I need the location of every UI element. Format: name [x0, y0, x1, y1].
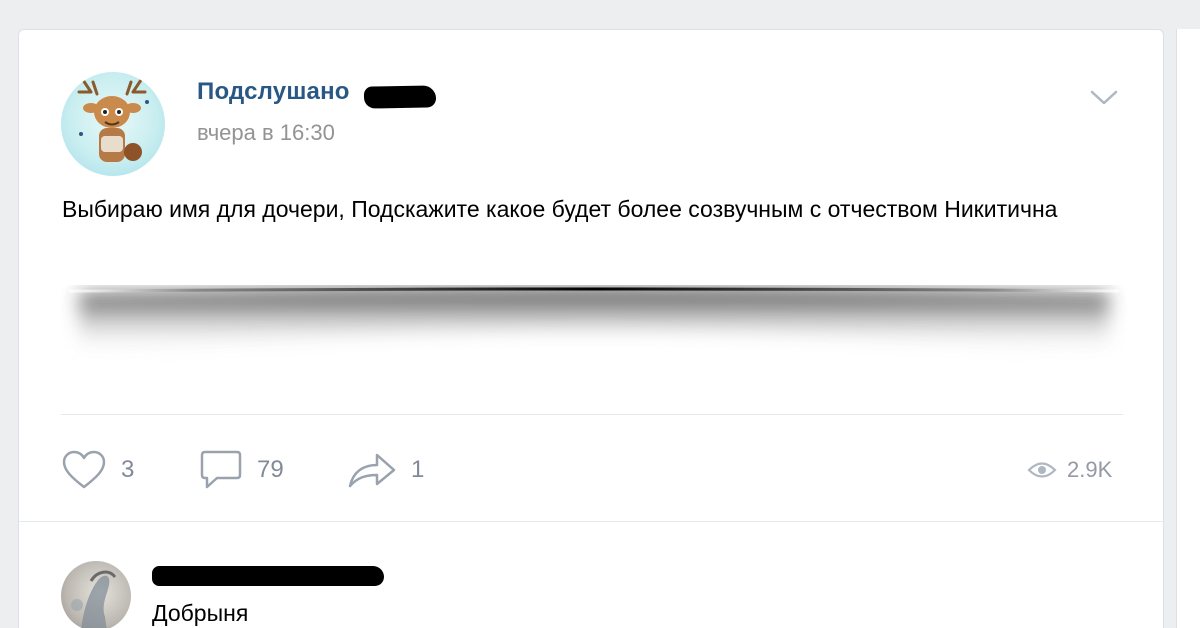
like-button[interactable]: 3	[61, 450, 134, 490]
post-card: Подслушано вчера в 16:30 Выбираю имя для…	[18, 29, 1165, 628]
redaction-mark	[152, 566, 384, 586]
views-count: 2.9K	[1067, 457, 1113, 482]
page: Подслушано вчера в 16:30 Выбираю имя для…	[0, 0, 1200, 628]
comment-button[interactable]: 79	[199, 450, 284, 490]
post-timestamp[interactable]: вчера в 16:30	[197, 120, 335, 146]
right-column-edge	[1176, 29, 1200, 628]
comments-divider	[19, 521, 1165, 522]
comment-bubble-icon	[200, 450, 242, 489]
comment-text: Добрыня	[152, 600, 249, 626]
post-text: Выбираю имя для дочери, Подскажите какое…	[62, 196, 1058, 222]
share-count: 1	[411, 456, 425, 483]
eye-icon	[1027, 462, 1057, 478]
community-avatar[interactable]	[61, 72, 165, 176]
comment-count: 79	[257, 456, 284, 483]
commenter-avatar[interactable]	[61, 561, 131, 628]
heart-icon	[62, 450, 106, 489]
like-count: 3	[121, 456, 135, 483]
share-button[interactable]: 1	[347, 450, 424, 490]
deer-mascot-image	[77, 78, 149, 162]
commenter-photo	[71, 570, 117, 628]
share-arrow-icon	[348, 453, 396, 488]
divider	[61, 414, 1123, 415]
chevron-down-icon[interactable]	[1089, 82, 1119, 112]
redaction-mark	[363, 85, 437, 109]
community-name-link[interactable]: Подслушано	[197, 78, 350, 106]
views-counter: 2.9K	[1027, 450, 1112, 490]
post-attachment-image[interactable]	[59, 285, 1129, 365]
